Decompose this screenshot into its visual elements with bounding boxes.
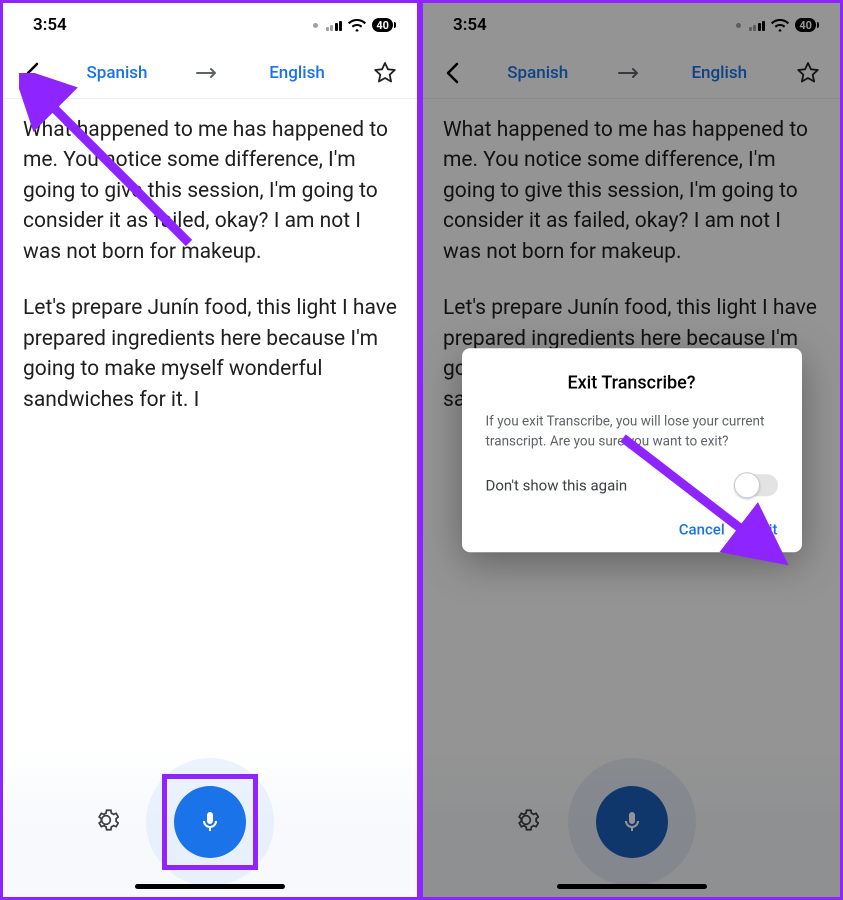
back-button[interactable] [17,62,47,84]
back-button[interactable] [437,62,467,84]
cancel-button[interactable]: Cancel [679,520,725,538]
dialog-body: If you exit Transcribe, you will lose yo… [486,411,778,452]
target-language[interactable]: English [657,63,783,83]
dont-show-label: Don't show this again [486,476,628,494]
annotation-highlight [162,774,258,870]
clock: 3:54 [33,15,67,35]
home-indicator [557,884,707,889]
transcript-para: What happened to me has happened to me. … [23,115,397,267]
target-language[interactable]: English [235,63,359,83]
cellular-icon [749,19,766,31]
battery-icon: 40 [795,18,816,32]
mic-button-container [568,758,696,886]
language-nav: Spanish English [3,47,417,99]
mic-button-container [146,758,274,886]
language-nav: Spanish English [423,47,840,99]
transcript-para: What happened to me has happened to me. … [443,115,820,267]
wifi-icon [771,19,789,32]
cellular-icon [326,19,343,31]
arrow-right-icon[interactable] [187,67,227,79]
dialog-title: Exit Transcribe? [486,372,778,393]
signal-dot-icon [313,23,318,28]
transcript-para: Let's prepare Junín food, this light I h… [23,293,397,415]
home-indicator [135,884,285,889]
source-language[interactable]: Spanish [55,63,179,83]
transcript-area: What happened to me has happened to me. … [3,99,417,747]
settings-button[interactable] [93,807,119,837]
status-bar: 3:54 40 [423,3,840,47]
signal-dot-icon [736,23,741,28]
exit-transcribe-dialog: Exit Transcribe? If you exit Transcribe,… [462,348,802,552]
battery-icon: 40 [372,18,393,32]
dont-show-toggle[interactable] [736,474,778,496]
favorite-button[interactable] [790,61,826,85]
favorite-button[interactable] [367,61,403,85]
bottom-toolbar [423,747,840,897]
settings-button[interactable] [513,807,539,837]
status-bar: 3:54 40 [3,3,417,47]
source-language[interactable]: Spanish [475,63,601,83]
mic-button[interactable] [596,786,668,858]
wifi-icon [348,19,366,32]
bottom-toolbar [3,747,417,897]
exit-button[interactable]: Exit [753,520,778,538]
clock: 3:54 [453,15,487,35]
arrow-right-icon[interactable] [609,67,649,79]
